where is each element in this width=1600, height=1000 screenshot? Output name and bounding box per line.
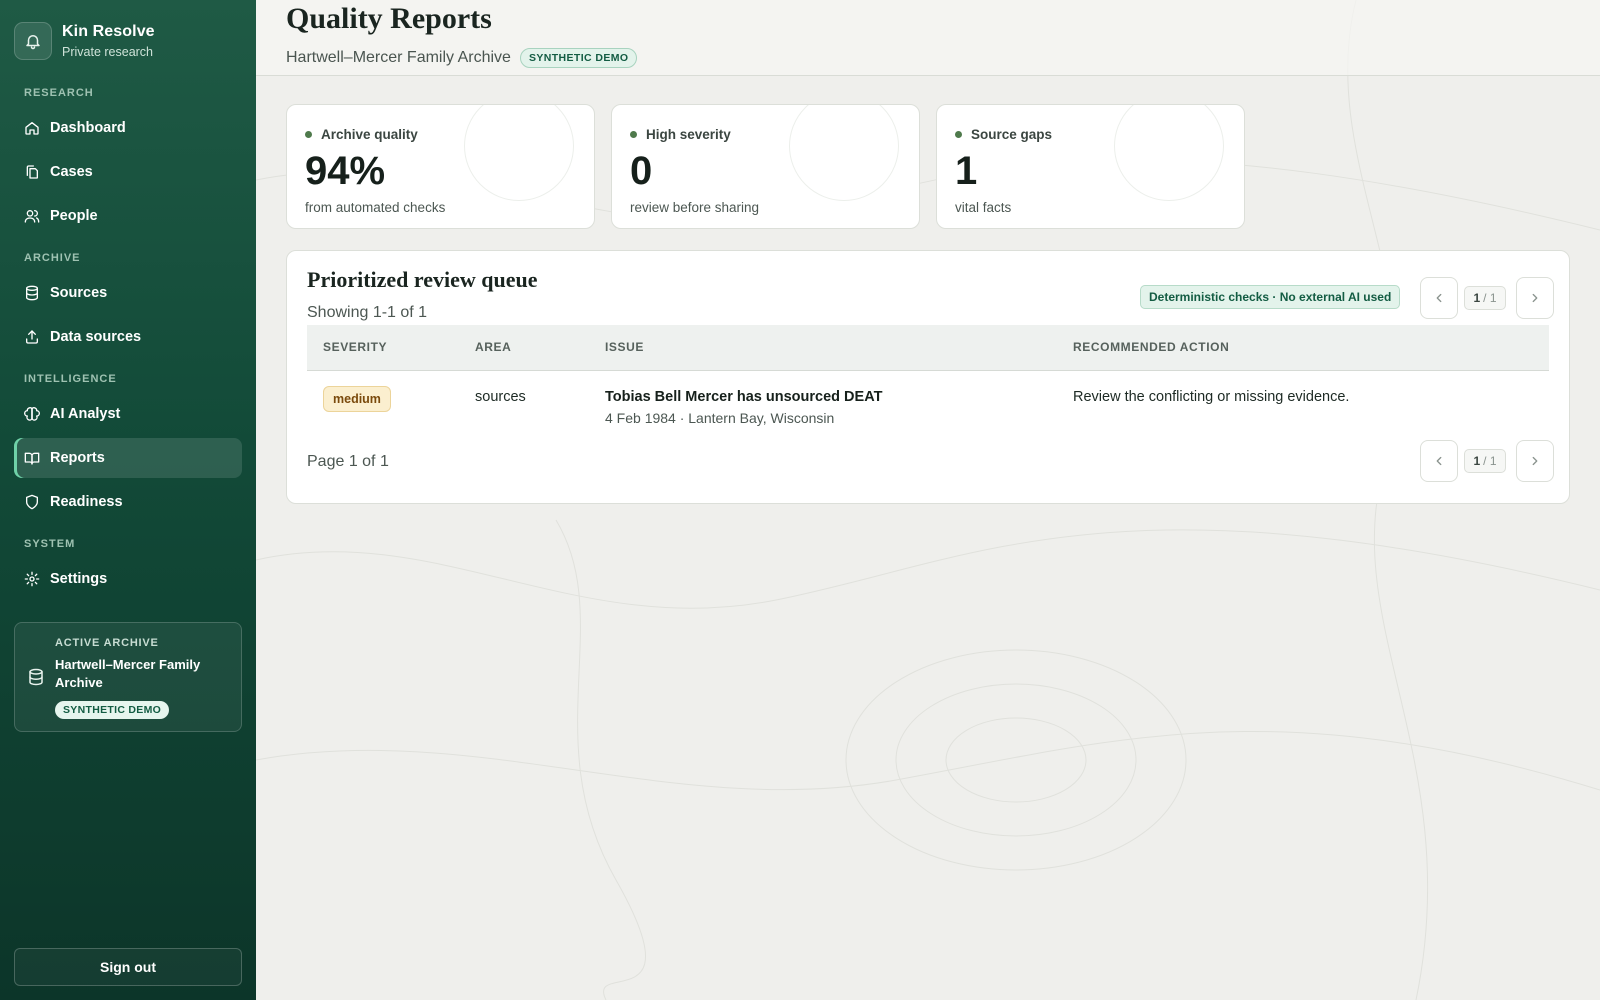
previous-page-button-bottom[interactable] xyxy=(1420,440,1458,482)
page-indicator: 1/ 1 xyxy=(1464,286,1506,310)
active-archive-card[interactable]: ACTIVE ARCHIVE Hartwell–Mercer Family Ar… xyxy=(14,622,242,732)
brain-icon xyxy=(24,407,40,421)
chevron-left-icon xyxy=(1436,456,1442,466)
gear-icon xyxy=(24,571,40,587)
sidebar-item-settings[interactable]: Settings xyxy=(14,559,242,599)
next-page-button-bottom[interactable] xyxy=(1516,440,1554,482)
column-header-issue[interactable]: ISSUE xyxy=(605,340,644,354)
stat-value: 94% xyxy=(305,149,386,193)
section-system: SYSTEM xyxy=(24,538,76,550)
issue-detail: 4 Feb 1984 · Lantern Bay, Wisconsin xyxy=(605,410,835,426)
sidebar-item-dashboard[interactable]: Dashboard xyxy=(14,108,242,148)
chevron-right-icon xyxy=(1532,456,1538,466)
sidebar-item-readiness[interactable]: Readiness xyxy=(14,482,242,522)
stat-description: review before sharing xyxy=(630,200,760,215)
stat-description: vital facts xyxy=(955,200,1012,215)
sidebar-item-label: Data sources xyxy=(50,329,142,345)
page-title: Quality Reports xyxy=(286,2,492,35)
recommended-action-cell: Review the conflicting or missing eviden… xyxy=(1073,389,1350,405)
sidebar-item-reports[interactable]: Reports xyxy=(14,438,242,478)
section-research: RESEARCH xyxy=(24,87,94,99)
stat-value: 0 xyxy=(630,149,653,193)
sidebar-item-label: Reports xyxy=(50,450,105,466)
page-label: Page 1 of 1 xyxy=(307,453,389,470)
table-header: SEVERITY AREA ISSUE RECOMMENDED ACTION xyxy=(307,325,1549,371)
sidebar-item-label: Sources xyxy=(50,285,108,301)
stat-label: High severity xyxy=(646,127,731,142)
book-open-icon xyxy=(24,452,40,465)
sidebar-item-people[interactable]: People xyxy=(14,196,242,236)
section-intelligence: INTELLIGENCE xyxy=(24,373,117,385)
issue-title[interactable]: Tobias Bell Mercer has unsourced DEAT xyxy=(605,389,882,405)
sidebar-item-sources[interactable]: Sources xyxy=(14,273,242,313)
active-archive-name: Hartwell–Mercer Family Archive xyxy=(55,657,201,690)
review-queue-panel: Prioritized review queue Showing 1-1 of … xyxy=(286,250,1570,504)
status-dot-icon xyxy=(955,131,962,138)
stat-value: 1 xyxy=(955,149,978,193)
home-icon xyxy=(25,122,39,135)
stat-card-high-severity: High severity 0 review before sharing xyxy=(611,104,920,229)
sidebar-item-label: Readiness xyxy=(50,494,123,510)
active-archive-label: ACTIVE ARCHIVE xyxy=(55,637,159,649)
sidebar-item-ai-analyst[interactable]: AI Analyst xyxy=(14,394,242,434)
table-row[interactable]: medium sources Tobias Bell Mercer has un… xyxy=(307,372,1549,440)
sidebar-item-label: Dashboard xyxy=(50,120,126,136)
files-icon xyxy=(26,165,38,179)
stat-card-archive-quality: Archive quality 94% from automated check… xyxy=(286,104,595,229)
column-header-area[interactable]: AREA xyxy=(475,340,511,354)
synthetic-demo-badge: SYNTHETIC DEMO xyxy=(55,701,170,719)
page-header: Quality Reports Hartwell–Mercer Family A… xyxy=(256,0,1600,76)
main-content: Quality Reports Hartwell–Mercer Family A… xyxy=(256,0,1600,1000)
column-header-severity[interactable]: SEVERITY xyxy=(323,340,387,354)
stat-label: Archive quality xyxy=(321,127,418,142)
users-icon xyxy=(24,210,40,223)
previous-page-button[interactable] xyxy=(1420,277,1458,319)
synthetic-demo-badge: SYNTHETIC DEMO xyxy=(519,48,638,68)
database-icon xyxy=(26,285,38,301)
sidebar-item-label: Settings xyxy=(50,571,108,587)
review-queue-title: Prioritized review queue xyxy=(307,267,538,292)
chevron-left-icon xyxy=(1436,293,1442,303)
status-dot-icon xyxy=(630,131,637,138)
sign-out-button[interactable]: Sign out xyxy=(14,948,242,986)
status-dot-icon xyxy=(305,131,312,138)
severity-badge: medium xyxy=(323,386,391,412)
stat-label: Source gaps xyxy=(971,127,1053,142)
sidebar-item-label: AI Analyst xyxy=(50,406,121,422)
next-page-button[interactable] xyxy=(1516,277,1554,319)
shield-icon xyxy=(26,494,38,510)
brand-name: Kin Resolve xyxy=(62,23,155,40)
section-archive: ARCHIVE xyxy=(24,252,81,264)
sidebar-item-label: Cases xyxy=(50,164,93,180)
area-cell: sources xyxy=(475,389,526,405)
stat-card-source-gaps: Source gaps 1 vital facts xyxy=(936,104,1245,229)
database-icon xyxy=(29,668,43,686)
sidebar-item-data-sources[interactable]: Data sources xyxy=(14,317,242,357)
brand[interactable]: Kin Resolve Private research xyxy=(14,22,155,60)
sidebar: Kin Resolve Private research RESEARCH Da… xyxy=(0,0,256,1000)
deterministic-checks-badge: Deterministic checks · No external AI us… xyxy=(1140,285,1401,309)
brand-subtitle: Private research xyxy=(62,45,154,59)
bell-icon xyxy=(14,22,52,60)
results-count: Showing 1-1 of 1 xyxy=(307,304,428,321)
page-indicator-bottom: 1/ 1 xyxy=(1464,449,1506,473)
chevron-right-icon xyxy=(1532,293,1538,303)
sidebar-item-cases[interactable]: Cases xyxy=(14,152,242,192)
sidebar-item-label: People xyxy=(50,208,98,224)
column-header-recommended-action[interactable]: RECOMMENDED ACTION xyxy=(1073,340,1229,354)
stat-description: from automated checks xyxy=(305,200,446,215)
upload-icon xyxy=(26,330,38,344)
archive-name: Hartwell–Mercer Family Archive xyxy=(286,49,511,66)
